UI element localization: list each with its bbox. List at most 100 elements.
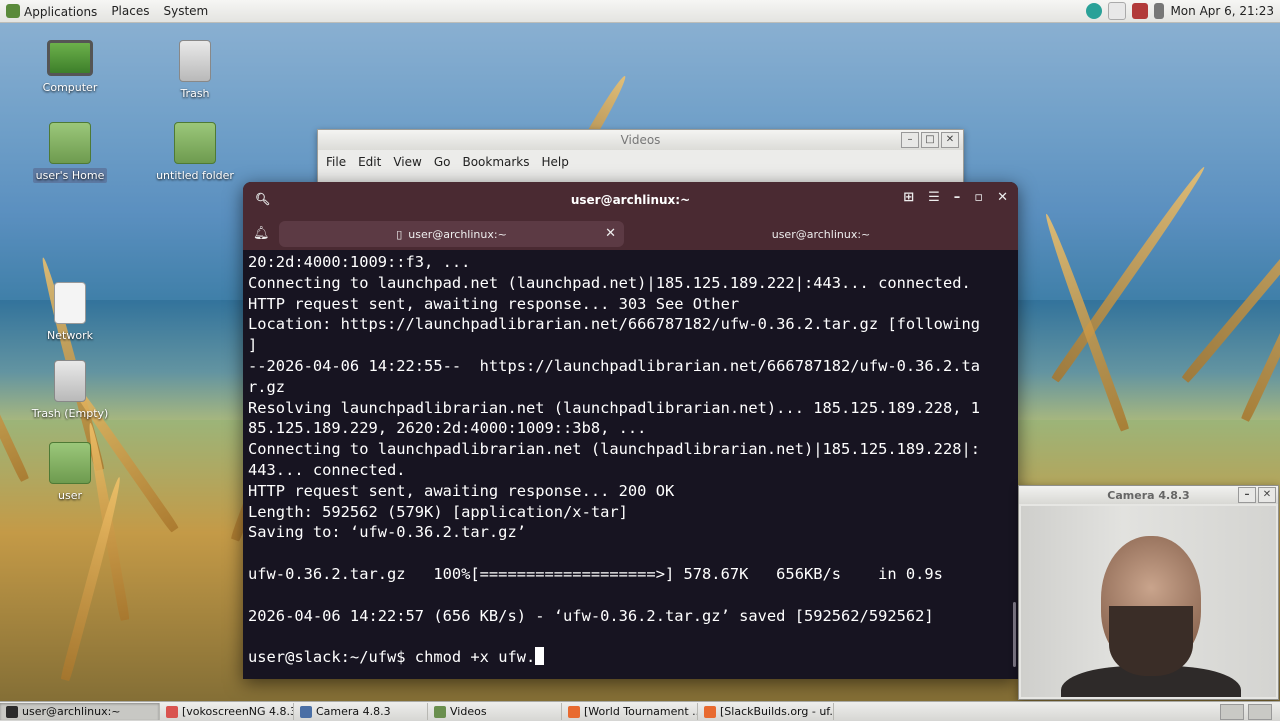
home-folder-icon bbox=[49, 442, 91, 484]
network-icon[interactable] bbox=[1108, 2, 1127, 20]
videos-menubar: File Edit View Go Bookmarks Help bbox=[318, 150, 963, 174]
desktop-icon-trash-empty[interactable]: Trash (Empty) bbox=[20, 360, 120, 421]
person-beard bbox=[1109, 606, 1193, 676]
terminal-line: Length: 592562 (579K) [application/x-tar… bbox=[248, 502, 628, 521]
videos-title: Videos bbox=[620, 133, 661, 147]
browser-icon bbox=[704, 705, 716, 718]
terminal-tab-icon: ▯ bbox=[396, 227, 403, 241]
new-tab-icon[interactable]: ⊞ bbox=[903, 190, 914, 205]
close-tab-icon[interactable]: ✕ bbox=[605, 226, 616, 241]
close-button[interactable]: ✕ bbox=[1258, 487, 1276, 503]
camera-icon bbox=[300, 705, 312, 718]
applications-menu[interactable]: Applications bbox=[6, 3, 97, 19]
terminal-window: 🔍︎ user@archlinux:~ ⊞ ☰ – ▫ ✕ 🔔︎ ▯ user@… bbox=[243, 182, 1018, 679]
workspace-1[interactable] bbox=[1220, 704, 1244, 720]
terminal-tabbar: 🔔︎ ▯ user@archlinux:~ ✕ user@archlinux:~ bbox=[243, 218, 1018, 250]
terminal-line: 2026-04-06 14:22:57 (656 KB/s) - ‘ufw-0.… bbox=[248, 606, 934, 625]
update-icon[interactable] bbox=[1086, 3, 1103, 19]
maximize-icon[interactable]: ▫ bbox=[974, 190, 983, 205]
camera-titlebar[interactable]: Camera 4.8.3 – ✕ bbox=[1019, 486, 1278, 504]
task-vokoscreen[interactable]: [vokoscreenNG 4.8.3] bbox=[160, 703, 294, 720]
task-terminal[interactable]: user@archlinux:~ bbox=[0, 703, 160, 720]
camera-window: Camera 4.8.3 – ✕ bbox=[1018, 485, 1279, 700]
trash-icon bbox=[179, 40, 211, 82]
home-folder-icon bbox=[49, 122, 91, 164]
top-panel: Applications Places System Mon Apr 6, 21… bbox=[0, 0, 1280, 23]
workspace-switcher[interactable] bbox=[1220, 704, 1272, 720]
terminal-line: Location: https://launchpadlibrarian.net… bbox=[248, 315, 981, 334]
close-button[interactable]: ✕ bbox=[941, 132, 959, 148]
tab-2-label: user@archlinux:~ bbox=[771, 227, 871, 241]
tab-1[interactable]: ▯ user@archlinux:~ ✕ bbox=[279, 221, 624, 247]
menu-bookmarks[interactable]: Bookmarks bbox=[462, 155, 529, 169]
terminal-line: Resolving launchpadlibrarian.net (launch… bbox=[248, 398, 981, 417]
maximize-button[interactable]: □ bbox=[921, 132, 939, 148]
task-browser-world-tournament[interactable]: [World Tournament ... bbox=[562, 703, 698, 720]
desktop-icon-user[interactable]: user bbox=[20, 442, 120, 503]
terminal-line: HTTP request sent, awaiting response... … bbox=[248, 294, 740, 313]
terminal-line: 85.125.189.229, 2620:2d:4000:1009::3b8, … bbox=[248, 419, 647, 438]
videos-titlebar[interactable]: Videos – □ ✕ bbox=[318, 130, 963, 150]
terminal-headerbar[interactable]: 🔍︎ user@archlinux:~ ⊞ ☰ – ▫ ✕ bbox=[243, 182, 1018, 218]
terminal-line: ufw-0.36.2.tar.gz 100%[=================… bbox=[248, 564, 943, 583]
menu-help[interactable]: Help bbox=[542, 155, 569, 169]
menu-go[interactable]: Go bbox=[434, 155, 451, 169]
desktop-icon-trash[interactable]: Trash bbox=[145, 40, 245, 101]
computer-icon bbox=[47, 40, 93, 76]
tab-1-label: user@archlinux:~ bbox=[408, 227, 507, 241]
folder-icon bbox=[434, 705, 446, 718]
menu-view[interactable]: View bbox=[393, 155, 421, 169]
terminal-title: user@archlinux:~ bbox=[570, 193, 691, 207]
minimize-button[interactable]: – bbox=[901, 132, 919, 148]
minimize-icon[interactable]: – bbox=[954, 190, 961, 205]
places-menu[interactable]: Places bbox=[111, 4, 149, 18]
trash-icon bbox=[54, 360, 86, 402]
shell-prompt: user@slack:~/ufw$ bbox=[248, 648, 415, 667]
search-icon[interactable]: 🔍︎ bbox=[255, 192, 270, 206]
task-browser-slackbuilds[interactable]: [SlackBuilds.org - uf... bbox=[698, 703, 834, 720]
volume-icon[interactable] bbox=[1154, 3, 1165, 19]
screen-recorder-icon[interactable] bbox=[1132, 3, 1149, 19]
camera-title: Camera 4.8.3 bbox=[1107, 488, 1190, 502]
task-videos[interactable]: Videos bbox=[428, 703, 562, 720]
distro-logo-icon bbox=[6, 3, 20, 18]
typed-command: chmod +x ufw. bbox=[414, 648, 536, 667]
folder-icon bbox=[174, 122, 216, 164]
terminal-line: HTTP request sent, awaiting response... … bbox=[248, 481, 675, 500]
terminal-scrollbar[interactable] bbox=[1013, 602, 1016, 667]
terminal-icon bbox=[6, 705, 18, 718]
terminal-line: 443... connected. bbox=[248, 460, 406, 479]
desktop-icon-users-home[interactable]: user's Home bbox=[20, 122, 120, 183]
hamburger-menu-icon[interactable]: ☰ bbox=[928, 190, 940, 205]
close-icon[interactable]: ✕ bbox=[997, 190, 1008, 205]
terminal-line: Connecting to launchpad.net (launchpad.n… bbox=[248, 273, 971, 292]
prompt-line[interactable]: user@slack:~/ufw$ chmod +x ufw. bbox=[248, 647, 1013, 668]
minimize-button[interactable]: – bbox=[1238, 487, 1256, 503]
camera-feed bbox=[1021, 506, 1276, 697]
terminal-line: r.gz bbox=[248, 377, 286, 396]
workspace-2[interactable] bbox=[1248, 704, 1272, 720]
network-icon bbox=[54, 282, 86, 324]
terminal-line: Connecting to launchpadlibrarian.net (la… bbox=[248, 440, 981, 459]
bottom-taskbar: user@archlinux:~ [vokoscreenNG 4.8.3] Ca… bbox=[0, 701, 1280, 721]
terminal-line: --2026-04-06 14:22:55-- https://launchpa… bbox=[248, 356, 981, 375]
desktop-icon-network[interactable]: Network bbox=[20, 282, 120, 343]
browser-icon bbox=[568, 705, 580, 718]
desktop-icon-computer[interactable]: Computer bbox=[20, 40, 120, 95]
tab-2[interactable]: user@archlinux:~ bbox=[624, 221, 1018, 247]
clock[interactable]: Mon Apr 6, 21:23 bbox=[1170, 4, 1274, 18]
text-cursor bbox=[535, 647, 545, 666]
vokoscreen-icon bbox=[166, 705, 178, 718]
bell-icon: 🔔︎ bbox=[253, 226, 270, 241]
task-camera[interactable]: Camera 4.8.3 bbox=[294, 703, 428, 720]
terminal-line: 20:2d:4000:1009::f3, ... bbox=[248, 253, 471, 271]
terminal-output[interactable]: 20:2d:4000:1009::f3, ...Connecting to la… bbox=[248, 252, 1013, 672]
menu-file[interactable]: File bbox=[326, 155, 346, 169]
terminal-line: ] bbox=[248, 336, 258, 355]
system-menu[interactable]: System bbox=[163, 4, 208, 18]
menu-edit[interactable]: Edit bbox=[358, 155, 381, 169]
desktop-icon-untitled-folder[interactable]: untitled folder bbox=[145, 122, 245, 183]
